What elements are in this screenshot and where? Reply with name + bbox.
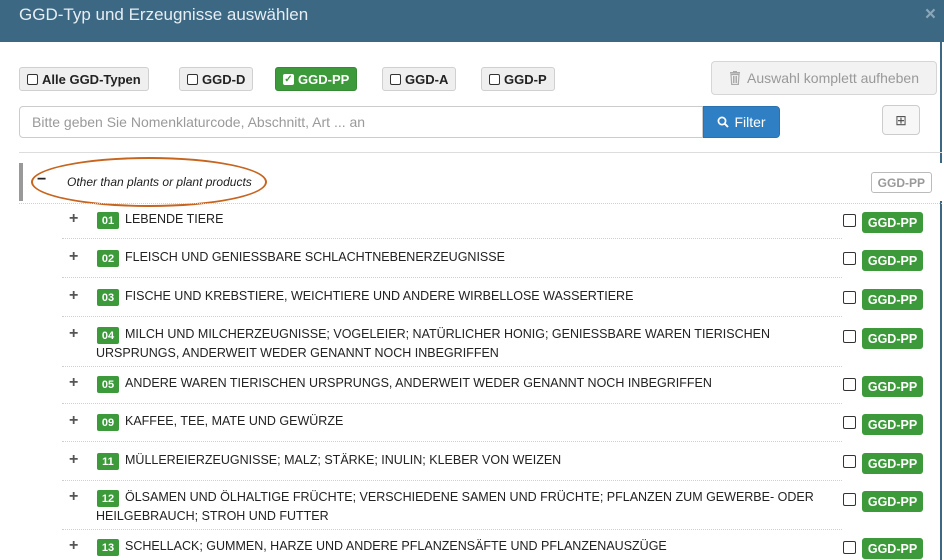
expand-icon[interactable]: + xyxy=(69,451,78,469)
chapter-text: SCHELLACK; GUMMEN, HARZE UND ANDERE PFLA… xyxy=(125,539,667,553)
row-checkbox[interactable] xyxy=(843,378,856,391)
chapter-text: KAFFEE, TEE, MATE UND GEWÜRZE xyxy=(125,414,344,428)
row-checkbox[interactable] xyxy=(843,330,856,343)
checkbox-checked-icon: ✓ xyxy=(283,73,294,85)
filter-button-label: Filter xyxy=(734,114,766,130)
chapter-code: 01 xyxy=(97,212,119,229)
chapter-code: 05 xyxy=(97,376,119,393)
type-filter-label: GGD-A xyxy=(405,71,449,87)
row-type-badge[interactable]: GGD-PP xyxy=(862,453,923,474)
trash-icon xyxy=(730,71,740,85)
chapter-text: ANDERE WAREN TIERISCHEN URSPRUNGS, ANDER… xyxy=(125,376,712,390)
row-type-badge[interactable]: GGD-PP xyxy=(862,538,923,559)
checkbox-icon xyxy=(187,73,198,85)
chapter-text: FISCHE UND KREBSTIERE, WEICHTIERE UND AN… xyxy=(125,289,634,303)
divider xyxy=(62,316,842,317)
row-checkbox[interactable] xyxy=(843,214,856,227)
divider xyxy=(62,480,842,481)
divider xyxy=(62,366,842,367)
row-type-badge[interactable]: GGD-PP xyxy=(862,212,923,233)
row-type-badge[interactable]: GGD-PP xyxy=(862,289,923,310)
expand-all-button[interactable]: ⊞ xyxy=(882,105,920,135)
expand-icon[interactable]: + xyxy=(69,488,78,506)
annotation-ellipse xyxy=(31,157,267,207)
type-filter-label: GGD-D xyxy=(202,71,246,87)
filter-button[interactable]: Filter xyxy=(703,106,780,138)
close-icon[interactable]: × xyxy=(925,4,936,26)
row-type-badge[interactable]: GGD-PP xyxy=(862,376,923,397)
expand-icon[interactable]: + xyxy=(69,412,78,430)
divider xyxy=(19,203,942,204)
clear-selection-label: Auswahl komplett aufheben xyxy=(747,70,919,86)
type-filter-label: GGD-PP xyxy=(298,71,350,87)
chapter-code: 03 xyxy=(97,289,119,306)
divider xyxy=(62,238,842,239)
row-checkbox[interactable] xyxy=(843,493,856,506)
divider xyxy=(62,277,842,278)
checkbox-icon xyxy=(27,73,38,85)
row-type-badge[interactable]: GGD-PP xyxy=(862,328,923,349)
expand-icon[interactable]: + xyxy=(69,210,78,228)
row-checkbox[interactable] xyxy=(843,252,856,265)
chapter-text: MÜLLEREIERZEUGNISSE; MALZ; STÄRKE; INULI… xyxy=(125,453,562,467)
type-filter-ggd-a[interactable]: GGD-A xyxy=(382,67,457,91)
row-type-badge[interactable]: GGD-PP xyxy=(862,491,923,512)
type-filter-ggd-p[interactable]: GGD-P xyxy=(481,67,555,91)
chapter-text: ÖLSAMEN UND ÖLHALTIGE FRÜCHTE; VERSCHIED… xyxy=(96,490,814,523)
type-filter-label: GGD-P xyxy=(504,71,547,87)
dialog-header: GGD-Typ und Erzeugnisse auswählen × xyxy=(0,0,944,42)
expand-icon[interactable]: + xyxy=(69,374,78,392)
expand-icon[interactable]: + xyxy=(69,248,78,266)
search-icon xyxy=(717,116,730,128)
divider xyxy=(19,152,942,153)
divider xyxy=(62,529,842,530)
row-checkbox[interactable] xyxy=(843,541,856,554)
chapter-code: 11 xyxy=(97,453,119,470)
search-input[interactable] xyxy=(19,106,703,138)
section-type-badge[interactable]: GGD-PP xyxy=(870,172,932,193)
divider xyxy=(62,441,842,442)
chapter-text: MILCH UND MILCHERZEUGNISSE; VOGELEIER; N… xyxy=(96,327,771,360)
row-type-badge[interactable]: GGD-PP xyxy=(862,250,923,271)
divider xyxy=(62,403,842,404)
row-checkbox[interactable] xyxy=(843,291,856,304)
type-filter-ggd-d[interactable]: GGD-D xyxy=(179,67,254,91)
expand-icon[interactable]: + xyxy=(69,325,78,343)
row-checkbox[interactable] xyxy=(843,416,856,429)
chapter-text: LEBENDE TIERE xyxy=(125,212,224,226)
chapter-code: 09 xyxy=(97,414,119,431)
row-type-badge[interactable]: GGD-PP xyxy=(862,414,923,435)
type-filter-label: Alle GGD-Typen xyxy=(42,71,141,87)
expand-icon[interactable]: + xyxy=(69,287,78,305)
dialog-title: GGD-Typ und Erzeugnisse auswählen xyxy=(19,5,309,24)
chapter-text: FLEISCH UND GENIESSBARE SCHLACHTNEBENERZ… xyxy=(125,250,505,264)
checkbox-icon xyxy=(489,73,500,85)
checkbox-icon xyxy=(390,73,401,85)
type-filter-all[interactable]: Alle GGD-Typen xyxy=(19,67,149,91)
row-checkbox[interactable] xyxy=(843,455,856,468)
chapter-code: 02 xyxy=(97,250,119,267)
type-filter-ggd-pp[interactable]: ✓ GGD-PP xyxy=(275,67,358,91)
expand-icon[interactable]: + xyxy=(69,537,78,555)
chapter-code: 13 xyxy=(97,539,119,556)
expand-all-icon: ⊞ xyxy=(895,111,907,128)
clear-selection-button[interactable]: Auswahl komplett aufheben xyxy=(711,61,937,95)
